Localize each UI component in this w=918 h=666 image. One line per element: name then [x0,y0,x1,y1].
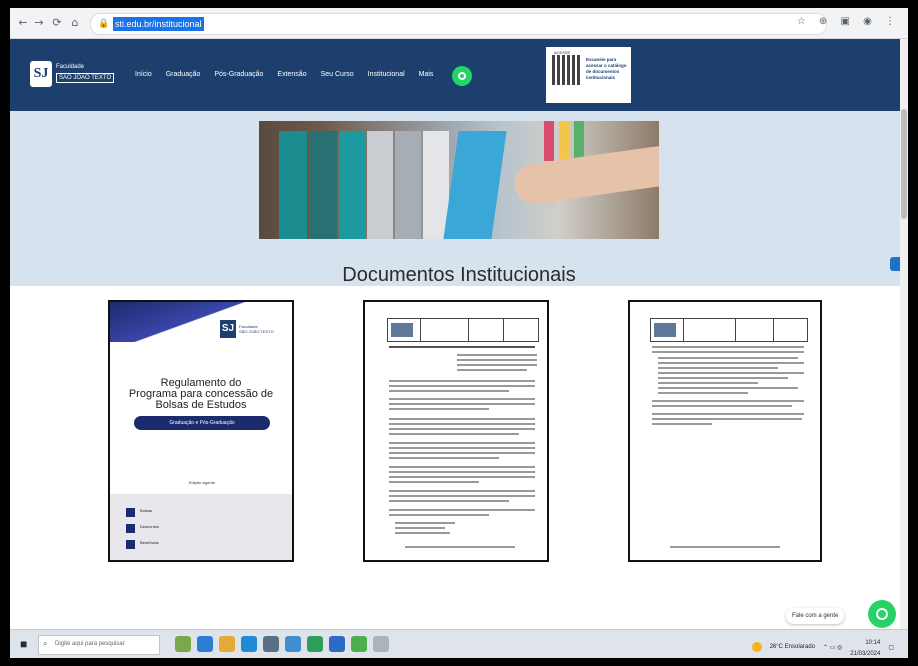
document-card-page-1[interactable] [363,300,549,562]
logo-line1: Faculdade [56,64,85,70]
logo-mark-icon: SJ [30,61,52,87]
weather-icon[interactable] [751,642,762,652]
edge-icon[interactable] [241,636,257,652]
clock-time: 10:14 [865,640,881,646]
hero-image [259,121,659,239]
taskbar-search-placeholder: Digite aqui para pesquisar [55,641,125,647]
windows-taskbar: ■ ⌕ Digite aqui para pesquisar 26°C Enso… [10,629,908,658]
notifications-icon[interactable]: ▢ [888,644,894,651]
document-footer [405,546,515,548]
menu-item-graduacao[interactable]: Graduação [166,71,201,78]
chat-label[interactable]: Fale com a gente [786,608,845,624]
lock-icon[interactable]: 🔒 [98,18,109,29]
site-logo[interactable]: SJ Faculdade SÃO JOÃO TEXTO [30,59,115,89]
chrome-icon[interactable] [351,636,367,652]
excel-icon[interactable] [307,636,323,652]
cover-logo-line2: SÃO JOÃO TEXTO [239,329,274,334]
page-title: Documentos Institucionais [342,264,576,287]
page-scrollbar[interactable] [900,39,908,629]
qr-code-icon [552,55,582,85]
browser-extension-icons[interactable]: ☆ ⊕ ▣ ◉ ⋮ [797,16,900,27]
home-icon[interactable]: ⌂ [68,16,82,30]
forward-icon[interactable]: → [32,16,46,30]
task-view-icon[interactable] [197,636,213,652]
system-tray: 26°C Ensolarado ⌃ ▭ ◎ 10:14 21/03/2024 ▢ [751,636,894,658]
menu-item-mais[interactable]: Mais [419,71,434,78]
taskbar-apps [175,636,389,652]
screen: ← → ⟳ ⌂ 🔒 sti.edu.br/institucional ☆ ⊕ ▣… [10,8,908,658]
hero-banner: Documentos Institucionais [10,111,908,286]
cover-row-label: Bolsas [140,508,153,513]
cover-title: Regulamento do Programa para concessão d… [118,378,284,411]
qr-text: Escaneie para acessar o catálogo de docu… [586,57,627,80]
search-icon: ⌕ [43,639,48,648]
weather-text[interactable]: 26°C Ensolarado [770,644,815,650]
document-header-table [650,318,808,342]
cover-footer: Bolsas Descontos Benefícios [110,494,292,560]
back-icon[interactable]: ← [16,16,30,30]
main-menu: Início Graduação Pós-Graduação Extensão … [135,71,433,78]
widgets-icon[interactable] [175,636,191,652]
menu-item-inicio[interactable]: Início [135,71,152,78]
menu-item-institucional[interactable]: Institucional [368,71,405,78]
url-text[interactable]: sti.edu.br/institucional [113,17,204,31]
document-footer [670,546,780,548]
word-icon[interactable] [329,636,345,652]
reload-icon[interactable]: ⟳ [50,16,64,30]
scrollbar-thumb[interactable] [901,109,907,219]
menu-item-pos-graduacao[interactable]: Pós-Graduação [214,71,263,78]
whatsapp-float-icon[interactable] [868,600,896,628]
cover-title-line3: Bolsas de Estudos [155,399,247,411]
cover-row-label: Descontos [140,524,159,529]
cover-row-label: Benefícios [140,540,159,545]
cover-pill: Graduação e Pós-Graduação [134,416,270,430]
document-card-page-2[interactable] [628,300,822,562]
logo-line2: SÃO JOÃO TEXTO [56,73,115,83]
address-bar[interactable]: 🔒 sti.edu.br/institucional [90,13,827,35]
clock[interactable]: 10:14 21/03/2024 [850,636,880,658]
clock-date: 21/03/2024 [850,651,881,657]
taskbar-search-input[interactable]: ⌕ Digite aqui para pesquisar [38,635,160,655]
app-icon[interactable] [373,636,389,652]
site-header: SJ Faculdade SÃO JOÃO TEXTO Início Gradu… [10,39,908,111]
windows-start-icon[interactable]: ■ [20,638,32,650]
menu-item-extensao[interactable]: Extensão [277,71,306,78]
menu-item-seu-curso[interactable]: Seu Curso [321,71,354,78]
qr-card[interactable]: ACESSE Escaneie para acessar o catálogo … [546,47,631,103]
document-header-table [387,318,539,342]
whatsapp-icon[interactable] [452,66,472,86]
tray-icons[interactable]: ⌃ ▭ ◎ [823,644,842,651]
store-icon[interactable] [263,636,279,652]
cover-logo: SJ Faculdade SÃO JOÃO TEXTO [220,320,280,338]
hand-illustration [511,145,659,207]
mail-icon[interactable] [285,636,301,652]
document-card-regulamento[interactable]: SJ Faculdade SÃO JOÃO TEXTO Regulamento d… [108,300,294,562]
browser-toolbar: ← → ⟳ ⌂ 🔒 sti.edu.br/institucional ☆ ⊕ ▣… [10,8,908,39]
file-explorer-icon[interactable] [219,636,235,652]
cover-edition: Edição vigente [188,480,216,485]
